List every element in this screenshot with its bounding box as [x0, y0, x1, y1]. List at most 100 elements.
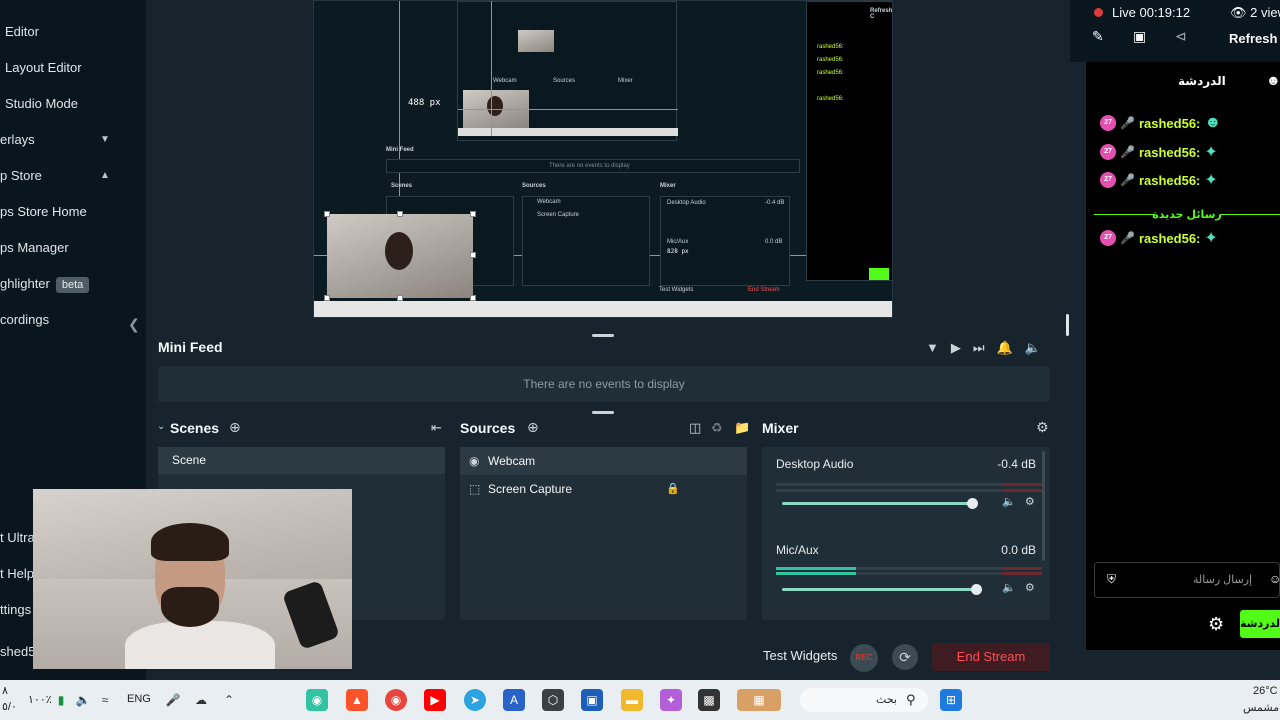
terminal-icon[interactable]: ▩	[698, 689, 720, 711]
windows-start-icon[interactable]: ⊞	[940, 689, 962, 711]
bell-icon[interactable]: 🔔	[997, 340, 1013, 356]
widget-icon[interactable]: ▦	[737, 689, 781, 711]
chrome-icon[interactable]: ◉	[385, 689, 407, 711]
group-icon[interactable]: ♻	[711, 420, 723, 436]
skip-icon[interactable]: ⏭	[973, 340, 985, 356]
nested-label: Mixer	[660, 183, 676, 189]
pencil-icon[interactable]: ✎	[1092, 28, 1104, 45]
sidebar-item-layout-editor[interactable]: Layout Editor	[5, 56, 82, 80]
source-item-webcam[interactable]: ◉ Webcam	[460, 447, 747, 475]
emoji-icon[interactable]: ☺	[1269, 572, 1280, 586]
stream-preview[interactable]: Webcam Sources Mixer 488 px Refresh C ra…	[146, 0, 1060, 326]
chat-settings-icon[interactable]: ⚙	[1208, 614, 1224, 635]
add-source-icon[interactable]: ⊕	[527, 419, 539, 436]
search-icon: ⚲	[906, 692, 916, 707]
beta-badge: beta	[55, 277, 90, 293]
volume-slider[interactable]	[782, 498, 979, 509]
channel-db: 0.0 dB	[1001, 543, 1036, 557]
volume-knob[interactable]	[971, 584, 982, 595]
level-badge-icon: 27	[1100, 230, 1116, 246]
streamlabs-icon[interactable]: ◉	[306, 689, 328, 711]
sidebar-item-editor[interactable]: Editor	[5, 20, 39, 44]
sidebar-item-highlighter[interactable]: ghlighter beta	[0, 272, 90, 296]
telegram-icon[interactable]: ➤	[464, 689, 486, 711]
folder-icon[interactable]: ▬	[621, 689, 643, 711]
speaker-icon[interactable]: 🔈	[1002, 582, 1016, 594]
rec-button[interactable]: REC	[850, 644, 878, 672]
language-indicator[interactable]: ENG	[127, 693, 151, 705]
cloud-icon[interactable]: ☁	[190, 689, 212, 711]
resize-handle[interactable]	[592, 411, 614, 414]
speaker-icon[interactable]: 🔈	[1002, 496, 1016, 508]
volume-knob[interactable]	[967, 498, 979, 509]
gear-icon[interactable]: ⚙	[1025, 496, 1035, 508]
collapse-scenes-icon[interactable]: ⌄	[157, 421, 165, 432]
nested-sources: Webcam Screen Capture	[522, 196, 650, 286]
store-icon[interactable]: ▣	[581, 689, 603, 711]
selected-webcam-source[interactable]	[327, 214, 473, 298]
chat-send-button[interactable]: الدردشة	[1240, 610, 1280, 638]
mixer-scrollbar[interactable]	[1042, 451, 1045, 561]
share-icon[interactable]: ⊲	[1175, 28, 1187, 45]
brave-icon[interactable]: ▲	[346, 689, 368, 711]
test-widgets-button[interactable]: Test Widgets	[763, 648, 837, 663]
sidebar-item-apps-store-home[interactable]: ps Store Home	[0, 200, 87, 224]
nested-preview: Webcam Sources Mixer	[457, 1, 678, 141]
filter-icon[interactable]: ▼	[926, 340, 939, 356]
refresh-chat-button[interactable]: Refresh C	[1229, 31, 1280, 46]
sidebar-item-app-store[interactable]: p Store ▲	[0, 164, 110, 188]
sidebar-item-studio-mode[interactable]: Studio Mode	[5, 92, 78, 116]
mixer-settings-icon[interactable]: ⚙	[1036, 419, 1049, 436]
mini-feed-title: Mini Feed	[158, 339, 223, 355]
battery-icon[interactable]: ▮	[50, 689, 72, 711]
app-icon[interactable]: ⬡	[542, 689, 564, 711]
taskbar-search[interactable]: بحث ⚲	[800, 688, 928, 712]
mic-icon[interactable]: 🎤	[162, 689, 184, 711]
speaker-icon[interactable]: 🔈	[72, 689, 94, 711]
sidebar-item-apps-manager[interactable]: ps Manager	[0, 236, 69, 260]
sidebar-item-recordings[interactable]: cordings	[0, 308, 49, 332]
copilot-icon[interactable]: ✦	[660, 689, 682, 711]
shield-icon[interactable]: ⛨	[1107, 572, 1116, 587]
sidebar-item-overlays[interactable]: erlays ▼	[0, 128, 110, 152]
user-icon[interactable]: ☻	[1266, 72, 1280, 88]
azure-icon[interactable]: A	[503, 689, 525, 711]
source-item-screen-capture[interactable]: ⬚ Screen Capture 🔒	[460, 475, 747, 503]
mini-feed-controls: ▼ ▶ ⏭ 🔔 🔈	[926, 340, 1041, 356]
gear-icon[interactable]: ⚙	[1025, 582, 1035, 594]
sidebar-item-help[interactable]: t Help	[0, 562, 34, 586]
battery-percent: ١٠٠٪	[28, 694, 52, 706]
scene-item[interactable]: Scene	[158, 447, 445, 474]
nested-label: Sources	[553, 78, 576, 84]
width-measure-label: 488 px	[408, 98, 441, 108]
scene-transition-icon[interactable]: ⇤	[431, 420, 442, 436]
volume-slider[interactable]	[782, 584, 982, 595]
nested-taskbar	[314, 301, 892, 317]
emote-icon: ✦	[1204, 144, 1218, 161]
sidebar-item-label: Editor	[5, 24, 39, 39]
chat-title: الدردشة	[1178, 74, 1226, 88]
replay-buffer-icon[interactable]: ⟳	[892, 644, 918, 670]
nested-cam-thumb	[518, 30, 554, 52]
folder-icon[interactable]: 📁	[734, 420, 750, 436]
camera-icon[interactable]: ▣	[1133, 28, 1146, 45]
wifi-icon[interactable]: ≈	[94, 689, 116, 711]
lock-icon[interactable]: 🔒	[666, 475, 680, 503]
chat-input[interactable]: ⛨ إرسال رسالة ☺	[1094, 562, 1280, 598]
sources-list: ◉ Webcam ⬚ Screen Capture 🔒	[460, 447, 747, 620]
add-collection-icon[interactable]: ◫	[689, 420, 701, 436]
collapse-sidebar-icon[interactable]: ❮	[128, 316, 140, 333]
end-stream-button[interactable]: End Stream	[932, 643, 1050, 671]
chevron-up-icon[interactable]: ⌃	[218, 689, 240, 711]
preview-scrollbar[interactable]	[1066, 314, 1069, 336]
resize-handle[interactable]	[592, 334, 614, 337]
level-badge-icon: 27	[1100, 115, 1116, 131]
volume-icon[interactable]: 🔈	[1025, 340, 1041, 356]
sidebar-item-ultra[interactable]: t Ultra	[0, 526, 35, 550]
webcam-overlay	[33, 489, 352, 669]
sidebar-item-settings[interactable]: ttings	[0, 598, 31, 622]
nested-label: Webcam	[493, 78, 517, 84]
add-scene-icon[interactable]: ⊕	[229, 419, 241, 436]
youtube-icon[interactable]: ▶	[424, 689, 446, 711]
play-icon[interactable]: ▶	[951, 340, 961, 356]
